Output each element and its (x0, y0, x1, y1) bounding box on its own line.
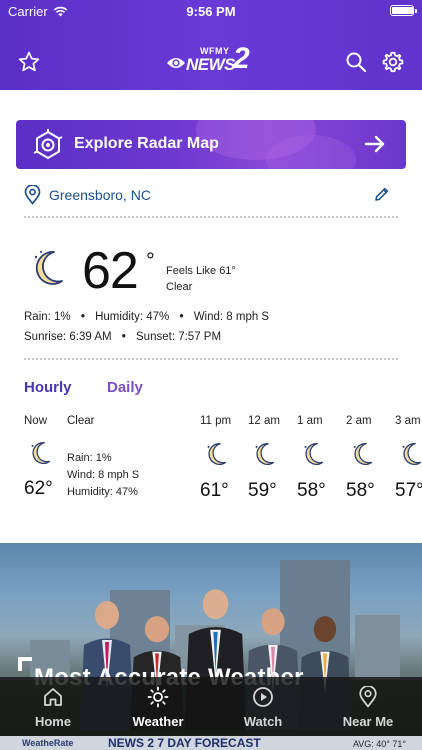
hourly-item[interactable]: 3 am 57° (395, 415, 422, 502)
star-icon (18, 51, 40, 72)
favorite-star-button[interactable] (15, 48, 43, 76)
tab-near-me[interactable]: Near Me (318, 686, 418, 729)
play-icon (253, 687, 273, 707)
hour-time: 11 pm (200, 415, 232, 427)
current-temperature: 62 (82, 242, 139, 300)
moon-icon (255, 442, 275, 465)
tab-watch[interactable]: Watch (213, 686, 313, 729)
edit-pencil-icon[interactable] (374, 186, 390, 202)
forecast-strip-title: NEWS 2 7 DAY FORECAST (108, 736, 261, 750)
sun-times-row: Sunrise: 6:39 AM • Sunset: 7:57 PM (24, 331, 221, 343)
arrow-right-icon (364, 135, 385, 153)
now-label: Now (24, 415, 48, 427)
hour-time: 3 am (395, 415, 421, 427)
hourly-item[interactable]: 11 pm 61° (200, 415, 244, 502)
tab-label: Weather (132, 714, 184, 729)
tab-label: Near Me (342, 714, 394, 729)
hour-time: 12 am (248, 415, 280, 427)
current-stats-row: Rain: 1% • Humidity: 47% • Wind: 8 mph S (24, 311, 269, 323)
radar-icon (33, 129, 63, 160)
tab-home[interactable]: Home (3, 686, 103, 729)
weatherate-badge: WeatheRate (22, 738, 74, 748)
search-icon (346, 52, 367, 73)
battery-fill (392, 7, 413, 14)
search-button[interactable] (342, 48, 370, 76)
location-pin-icon (24, 185, 41, 205)
hour-time: 2 am (346, 415, 372, 427)
tab-weather[interactable]: Weather (108, 686, 208, 729)
promo-bracket (18, 657, 32, 671)
tab-daily[interactable]: Daily (107, 379, 143, 396)
moon-icon (402, 442, 422, 465)
location-pin-icon (359, 686, 377, 708)
hourly-item[interactable]: 2 am 58° (346, 415, 390, 502)
now-temperature: 62° (24, 478, 53, 499)
now-condition: Clear (67, 415, 95, 427)
radar-label: Explore Radar Map (74, 135, 219, 152)
now-details: Rain: 1% Wind: 8 mph S Humidity: 47% (67, 450, 139, 501)
hour-temperature: 61° (200, 480, 229, 501)
hour-temperature: 58° (346, 480, 375, 501)
status-time: 9:56 PM (186, 4, 236, 19)
location-row[interactable]: Greensboro, NC (24, 184, 398, 206)
separator-dot: • (179, 311, 184, 323)
rain-chance: Rain: 1% (24, 311, 71, 323)
sun-icon (147, 686, 169, 708)
moon-icon (207, 442, 227, 465)
tab-label: Home (34, 714, 72, 729)
now-humidity: Humidity: 47% (67, 486, 138, 498)
hour-temperature: 57° (395, 480, 422, 501)
separator-dot: • (121, 331, 126, 343)
logo-news: NEWS (186, 55, 236, 74)
forecast-strip-average: AVG: 40° 71° (352, 739, 406, 749)
feels-like: Feels Like 61° (166, 265, 236, 277)
sunset: Sunset: 7:57 PM (136, 331, 222, 343)
humidity: Humidity: 47% (95, 311, 170, 323)
degree-symbol: ° (146, 248, 155, 273)
sunrise: Sunrise: 6:39 AM (24, 331, 112, 343)
feels-like-block: Feels Like 61° Clear (166, 263, 236, 295)
now-wind: Wind: 8 mph S (67, 469, 140, 481)
wind: Wind: 8 mph S (193, 311, 270, 323)
hour-temperature: 59° (248, 480, 277, 501)
cbs-eye-icon (167, 58, 185, 68)
hourly-item[interactable]: 12 am 59° (248, 415, 292, 502)
moon-icon (31, 441, 51, 464)
moon-icon (34, 251, 63, 285)
app-header: Carrier 9:56 PM WFMY NEWS 2 (0, 0, 422, 90)
divider (24, 358, 398, 360)
explore-radar-banner[interactable]: Explore Radar Map (16, 120, 406, 169)
settings-button[interactable] (379, 48, 407, 76)
gear-icon (382, 51, 404, 73)
divider (24, 216, 398, 218)
hour-time: 1 am (297, 415, 323, 427)
location-name: Greensboro, NC (49, 187, 151, 203)
moon-icon (353, 442, 373, 465)
now-rain: Rain: 1% (67, 452, 112, 464)
moon-icon (304, 442, 324, 465)
hour-temperature: 58° (297, 480, 326, 501)
current-condition: Clear (166, 281, 193, 293)
station-logo: WFMY NEWS 2 (164, 44, 260, 78)
hourly-item[interactable]: 1 am 58° (297, 415, 341, 502)
tab-label: Watch (243, 714, 283, 729)
battery-icon (390, 5, 417, 16)
home-icon (44, 688, 62, 706)
tab-hourly[interactable]: Hourly (24, 379, 72, 396)
status-bar: Carrier 9:56 PM (0, 0, 422, 24)
logo-number: 2 (233, 42, 250, 75)
separator-dot: • (80, 311, 85, 323)
bottom-tab-bar: Home Weather Watch Near Me (0, 677, 422, 736)
